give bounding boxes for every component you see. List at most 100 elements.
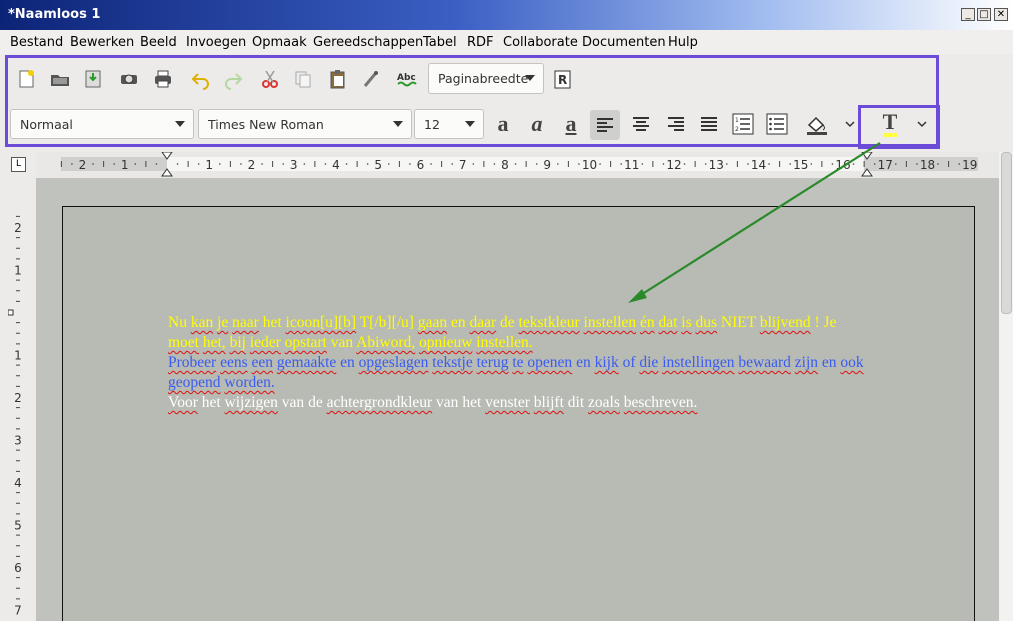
paragraph-white[interactable]: Voor het wijzigen van de achtergrondkleu… (168, 393, 868, 413)
ruler-tick (282, 163, 284, 165)
paragraph-blue[interactable]: Probeer eens een gemaakte en opgeslagen … (168, 353, 868, 393)
ruler-tick (324, 163, 327, 165)
window-title: *Naamloos 1 (8, 7, 101, 22)
menu-invoegen[interactable]: Invoegen (186, 35, 246, 50)
right-indent-marker (861, 152, 873, 177)
ruler-label: 15 (793, 158, 808, 172)
word: van (436, 394, 459, 411)
ruler-ticks: 2 1 1 2 3 4 5 6 7 8 9 10 11 12 13 14 15 16 17 18 19 (60, 152, 977, 177)
word: tekstkleur (518, 314, 580, 331)
ruler-tick (895, 163, 897, 165)
word: van (281, 394, 305, 411)
ruler-tick (726, 163, 728, 165)
word: venster (485, 394, 530, 411)
word: instellingen (662, 354, 735, 371)
paragraph-yellow[interactable]: Nu kan je naar het icoon[u][b] T[/b][/u]… (168, 313, 868, 353)
word: bij (229, 334, 246, 351)
menu-hulp[interactable]: Hulp (668, 35, 698, 50)
ruler-label: 3 (14, 434, 22, 448)
ruler-label: 4 (14, 476, 22, 490)
word: instellen (583, 314, 637, 331)
ruler-tick (535, 163, 538, 165)
word: icoon[u][b] (285, 314, 357, 331)
word: dus (695, 314, 718, 331)
ruler-label: 17 (878, 158, 893, 172)
ruler-tick (176, 163, 179, 165)
menu-bewerken[interactable]: Bewerken (70, 35, 134, 50)
word: bewaard (738, 354, 791, 371)
word: worden. (224, 374, 275, 391)
word: het (462, 394, 482, 411)
vertical-ruler[interactable]: 2 1 1 2 3 4 5 6 7 (7, 206, 28, 621)
word: zoals (588, 394, 620, 411)
document-page[interactable] (62, 206, 975, 621)
ruler-label: 1 (121, 158, 129, 172)
toolbar-highlight-box (5, 55, 939, 147)
ruler-tick (683, 163, 686, 165)
menu-tabel[interactable]: Tabel (423, 35, 457, 50)
ruler-tick (789, 163, 791, 165)
word: opstart (284, 334, 327, 351)
text-color-highlight-box (858, 105, 940, 149)
ruler-label: 10 (582, 158, 597, 172)
word: de (500, 314, 515, 331)
word: en (576, 354, 591, 371)
word: dat (658, 314, 678, 331)
menu-collaborate[interactable]: Collaborate (503, 35, 578, 50)
word: kan (190, 314, 214, 331)
document-text[interactable]: Nu kan je naar het icoon[u][b] T[/b][/u]… (168, 313, 868, 413)
menu-beeld[interactable]: Beeld (140, 35, 177, 50)
word: opgeslagen (358, 354, 429, 371)
top-margin-marker (7, 309, 14, 316)
word: Probeer (168, 354, 217, 371)
ruler-label: 18 (920, 158, 935, 172)
word: opnieuw (419, 334, 473, 351)
ruler-label: 9 (543, 158, 551, 172)
ruler-tick (599, 163, 601, 165)
ruler-label: 1 (205, 158, 213, 172)
ruler-tick (388, 163, 390, 165)
close-button[interactable]: ✕ (994, 8, 1008, 21)
word: het (201, 394, 221, 411)
ruler-label: 14 (751, 158, 766, 172)
vertical-scrollbar[interactable] (999, 152, 1013, 621)
word: gemaakte (276, 354, 337, 371)
ruler-tick (810, 163, 813, 165)
ruler-tick (472, 163, 475, 165)
scrollbar-thumb[interactable] (1001, 152, 1012, 314)
word: wijzigen (224, 394, 278, 411)
ruler-label: 5 (14, 519, 22, 533)
word: kijk (594, 354, 619, 371)
word: zijn (794, 354, 819, 371)
minimize-button[interactable]: _ (961, 8, 975, 21)
ruler-label: 6 (417, 158, 425, 172)
word: je (217, 314, 229, 331)
horizontal-ruler[interactable]: 2 1 1 2 3 4 5 6 7 8 9 10 11 12 13 14 15 16 17 18 19 (36, 152, 999, 178)
menu-bestand[interactable]: Bestand (10, 35, 63, 50)
ruler-label: 1 (14, 264, 22, 278)
ruler-tick (197, 163, 200, 165)
left-indent-marker (161, 152, 173, 177)
word: die (639, 354, 659, 371)
menu-opmaak[interactable]: Opmaak (252, 35, 307, 50)
word: en (450, 314, 466, 331)
ruler-tick (92, 163, 94, 165)
ruler-tick (662, 163, 665, 165)
tab-stop-selector[interactable]: L (11, 157, 26, 172)
ruler-tick (937, 163, 939, 165)
ruler-tick (366, 163, 369, 165)
word: naar (232, 314, 259, 331)
menu-documenten[interactable]: Documenten (582, 35, 666, 50)
ruler-tick (430, 163, 432, 165)
ruler-tick (451, 163, 453, 165)
ruler-label: 7 (459, 158, 467, 172)
ruler-tick (916, 163, 918, 165)
ruler-label: 2 (248, 158, 256, 172)
word: beschreven. (623, 394, 698, 411)
menu-rdf[interactable]: RDF (467, 35, 494, 50)
word: te (512, 354, 524, 371)
word: ieder (249, 334, 281, 351)
maximize-button[interactable]: □ (977, 8, 991, 21)
menu-gereedschappen[interactable]: Gereedschappen (313, 35, 423, 50)
ruler-label: 1 (14, 349, 22, 363)
